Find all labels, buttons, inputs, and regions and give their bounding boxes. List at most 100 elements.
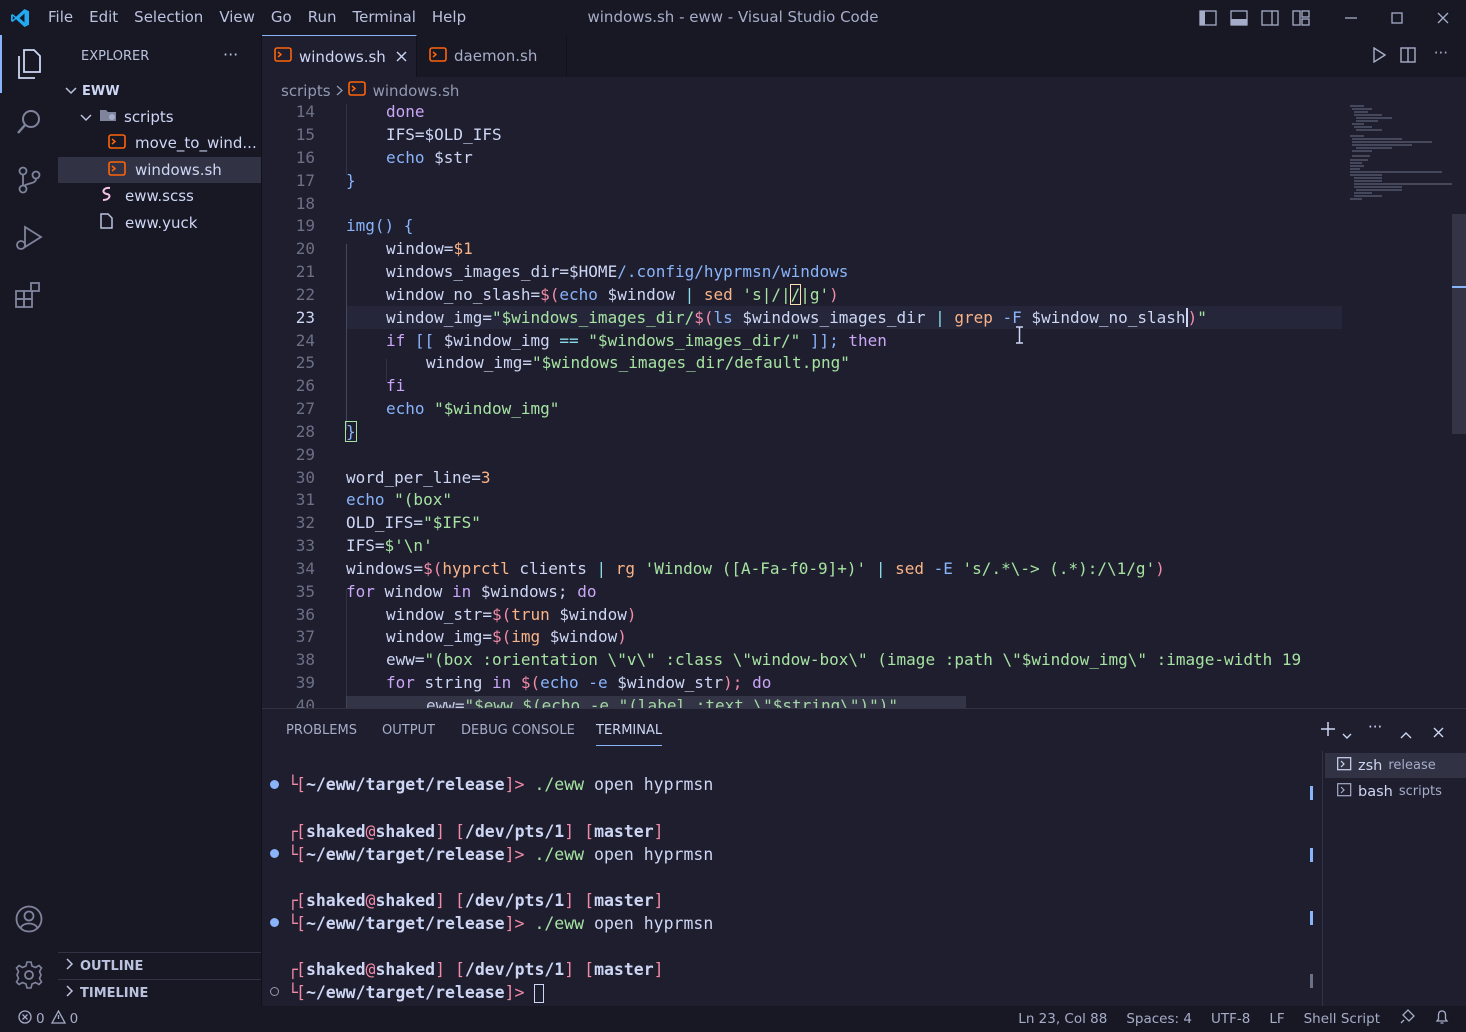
code-line: fi bbox=[386, 376, 406, 395]
chevron-down-icon bbox=[58, 108, 100, 126]
toggle-panel-icon[interactable] bbox=[1223, 0, 1254, 35]
vertical-scrollbar[interactable] bbox=[1452, 214, 1466, 434]
search-icon[interactable] bbox=[0, 93, 58, 151]
run-file-icon[interactable] bbox=[1372, 46, 1387, 67]
tree-folder-scripts[interactable]: scripts bbox=[58, 104, 261, 130]
maximize-button[interactable] bbox=[1374, 0, 1420, 35]
bottom-panel: PROBLEMS OUTPUT DEBUG CONSOLE TERMINAL ·… bbox=[262, 708, 1466, 1007]
end-of-line[interactable]: LF bbox=[1269, 1011, 1284, 1027]
menu-terminal[interactable]: Terminal bbox=[345, 0, 424, 35]
new-terminal-icon[interactable] bbox=[1320, 721, 1336, 741]
code-line: window_no_slash=$(echo $window | sed 's|… bbox=[386, 284, 839, 305]
line-number: 26 bbox=[295, 376, 315, 395]
editor-more-icon[interactable]: ··· bbox=[1434, 44, 1448, 62]
line-number: 16 bbox=[295, 148, 315, 167]
menu-view[interactable]: View bbox=[211, 0, 263, 35]
code-line: IFS=$'\n' bbox=[346, 536, 433, 555]
run-debug-icon[interactable] bbox=[0, 209, 58, 267]
line-number: 37 bbox=[295, 627, 315, 646]
horizontal-scrollbar[interactable] bbox=[346, 696, 966, 708]
terminal-icon bbox=[1337, 756, 1352, 775]
encoding[interactable]: UTF-8 bbox=[1211, 1011, 1250, 1027]
close-window-button[interactable] bbox=[1420, 0, 1466, 35]
timeline-section[interactable]: TIMELINE bbox=[58, 979, 261, 1006]
cursor-position[interactable]: Ln 23, Col 88 bbox=[1018, 1011, 1107, 1027]
menu-file[interactable]: File bbox=[40, 0, 81, 35]
feedback-icon[interactable] bbox=[1399, 1009, 1415, 1029]
tab-output[interactable]: OUTPUT bbox=[382, 723, 435, 738]
language-mode[interactable]: Shell Script bbox=[1304, 1011, 1380, 1027]
menu-selection[interactable]: Selection bbox=[126, 0, 211, 35]
manage-gear-icon[interactable] bbox=[0, 946, 58, 1004]
notifications-bell-icon[interactable] bbox=[1435, 1009, 1449, 1029]
shell-file-icon bbox=[108, 133, 135, 153]
line-number: 20 bbox=[295, 239, 315, 258]
line-number: 15 bbox=[295, 125, 315, 144]
tree-file-eww-yuck[interactable]: eww.yuck bbox=[58, 210, 261, 236]
source-control-icon[interactable] bbox=[0, 151, 58, 209]
panel-more-icon[interactable]: ··· bbox=[1368, 718, 1382, 736]
code-line: } bbox=[346, 171, 356, 190]
customize-layout-icon[interactable] bbox=[1285, 0, 1316, 35]
code-line: } bbox=[345, 421, 357, 442]
line-number: 34 bbox=[295, 559, 315, 578]
maximize-panel-icon[interactable] bbox=[1400, 724, 1412, 743]
code-line: for string in $(echo -e $window_str); do bbox=[386, 673, 772, 692]
terminal-list: zsh release bash scripts bbox=[1322, 751, 1466, 1007]
minimize-button[interactable] bbox=[1328, 0, 1374, 35]
menu-edit[interactable]: Edit bbox=[81, 0, 126, 35]
extensions-icon[interactable] bbox=[0, 267, 58, 325]
code-line: echo "$window_img" bbox=[386, 399, 560, 418]
vscode-logo-icon bbox=[0, 0, 40, 35]
tab-problems[interactable]: PROBLEMS bbox=[286, 723, 357, 738]
explorer-more-icon[interactable]: ··· bbox=[223, 45, 238, 64]
terminal-item-bash[interactable]: bash scripts bbox=[1325, 779, 1466, 804]
menu-help[interactable]: Help bbox=[424, 0, 474, 35]
accounts-icon[interactable] bbox=[0, 890, 58, 948]
tree-file-move-to-window[interactable]: move_to_wind... bbox=[58, 130, 261, 156]
terminal-item-zsh[interactable]: zsh release bbox=[1325, 753, 1466, 778]
chevron-right-icon bbox=[58, 985, 80, 1001]
activity-bar bbox=[0, 35, 58, 1006]
indentation[interactable]: Spaces: 4 bbox=[1126, 1011, 1192, 1027]
code-line: echo "(box" bbox=[346, 490, 452, 509]
toggle-primary-sidebar-icon[interactable] bbox=[1192, 0, 1223, 35]
terminal-icon bbox=[1337, 782, 1352, 801]
tree-file-eww-scss[interactable]: eww.scss bbox=[58, 183, 261, 209]
menu-go[interactable]: Go bbox=[263, 0, 300, 35]
status-bar: 0 0 Ln 23, Col 88 Spaces: 4 UTF-8 LF She… bbox=[0, 1006, 1466, 1032]
tab-windows-sh[interactable]: windows.sh bbox=[262, 35, 417, 77]
tab-daemon-sh[interactable]: daemon.sh bbox=[417, 35, 567, 77]
code-line: img() { bbox=[346, 216, 414, 235]
explorer-sidebar: EXPLORER ··· EWW scripts move_to_wind...… bbox=[58, 35, 262, 1006]
line-number: 21 bbox=[295, 262, 315, 281]
minimap[interactable] bbox=[1342, 104, 1466, 708]
line-number: 38 bbox=[295, 650, 315, 669]
mouse-ibeam-icon bbox=[1015, 326, 1024, 348]
tab-terminal[interactable]: TERMINAL bbox=[596, 723, 663, 746]
close-panel-icon[interactable] bbox=[1433, 723, 1444, 742]
code-editor[interactable]: 14 15 16 17 18 19 20 21 22 23 24 25 26 2… bbox=[262, 104, 1342, 708]
line-number: 24 bbox=[295, 331, 315, 350]
close-tab-icon[interactable] bbox=[396, 48, 407, 66]
chevron-down-icon[interactable] bbox=[1342, 725, 1352, 744]
tree-file-windows-sh[interactable]: windows.sh bbox=[58, 157, 261, 183]
file-icon bbox=[100, 213, 125, 233]
error-icon bbox=[18, 1010, 32, 1028]
breadcrumb-folder[interactable]: scripts bbox=[281, 82, 331, 100]
split-editor-icon[interactable] bbox=[1400, 47, 1416, 67]
menu-run[interactable]: Run bbox=[300, 0, 345, 35]
workspace-root[interactable]: EWW bbox=[58, 78, 261, 104]
problems-status[interactable]: 0 0 bbox=[0, 1009, 78, 1028]
outline-section[interactable]: OUTLINE bbox=[58, 952, 261, 979]
tab-debug-console[interactable]: DEBUG CONSOLE bbox=[461, 723, 575, 738]
code-line: done bbox=[386, 104, 425, 121]
line-number: 31 bbox=[295, 490, 315, 509]
shell-file-icon bbox=[347, 81, 373, 100]
warning-icon bbox=[50, 1009, 66, 1028]
line-number: 25 bbox=[295, 353, 315, 372]
explorer-icon[interactable] bbox=[0, 35, 58, 93]
code-line: word_per_line=3 bbox=[346, 468, 491, 487]
breadcrumb-file[interactable]: windows.sh bbox=[373, 82, 460, 100]
toggle-secondary-sidebar-icon[interactable] bbox=[1254, 0, 1285, 35]
